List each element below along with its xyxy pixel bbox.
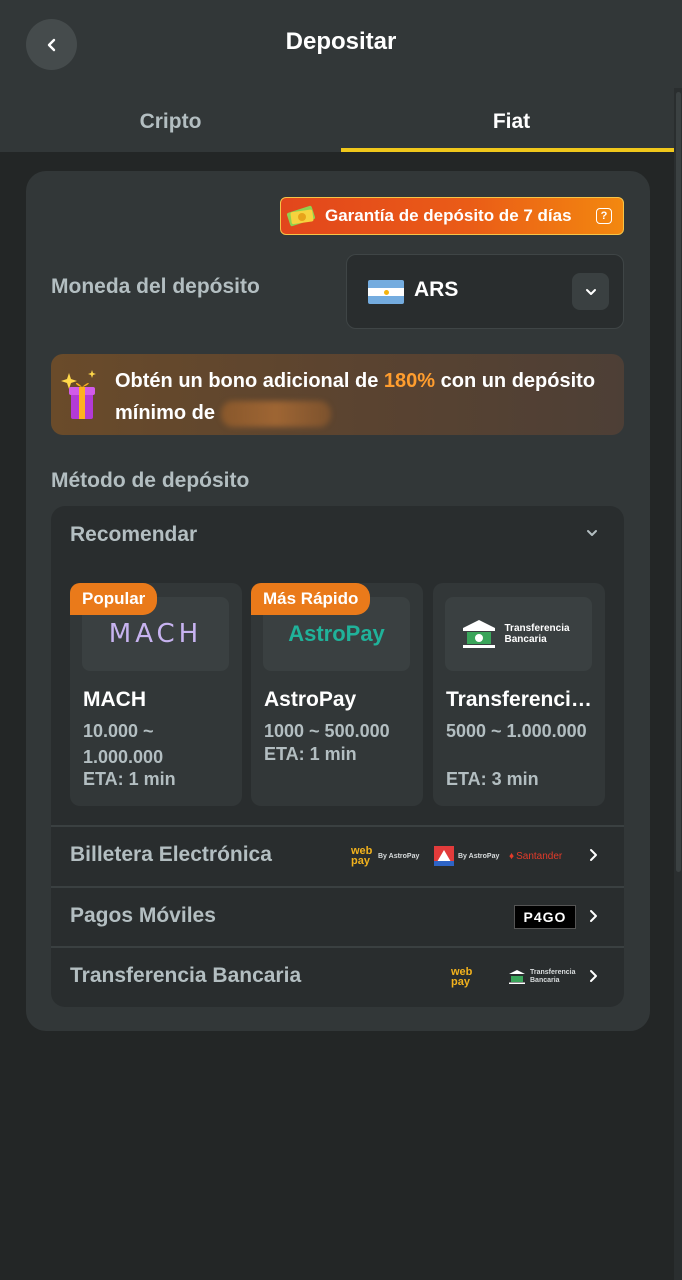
currency-label: Moneda del depósito [51,275,260,298]
method-eta: ETA: 3 min [446,769,539,789]
recommended-title: Recomendar [70,523,198,546]
row-label: Billetera Electrónica [70,843,272,866]
chevron-right-icon [590,849,597,861]
method-card-transferencia[interactable]: Transferencia Bancaria Transferencia Ban… [433,583,605,806]
chevron-down-icon [585,288,596,295]
method-name: MACH [83,688,146,711]
transferencia-mini-logo: Transferencia Bancaria [507,963,576,991]
method-eta: ETA: 1 min [264,744,357,764]
guarantee-banner[interactable]: Garantía de depósito de 7 días ? [280,197,624,235]
page-title: Depositar [285,28,397,55]
tab-bar: Cripto Fiat [0,92,682,152]
method-name: AstroPay [264,688,357,711]
bank-logo-icon [434,846,454,866]
fastest-badge: Más Rápido [251,583,371,615]
chevron-right-icon [590,970,597,982]
money-icon [286,205,316,227]
method-range: 1000 ~ 500.000 [264,721,390,741]
deposit-methods: Recomendar MACH Popular MACH 10.000 ~ 1.… [51,506,624,1007]
currency-select[interactable]: ARS [346,254,624,329]
method-range: 10.000 ~ 1.000.000 [83,721,164,767]
row-billetera-electronica[interactable]: Billetera Electrónica web pay By AstroPa… [51,825,624,885]
hidden-min-amount [220,400,331,427]
chevron-right-icon [590,910,597,922]
chevron-down-icon[interactable] [586,528,598,538]
webpay-astropay-logo: web pay By AstroPay [351,845,420,867]
popular-badge: Popular [70,583,158,615]
row-transferencia-bancaria[interactable]: Transferencia Bancaria web pay Transfere… [51,946,624,1006]
transferencia-logo: Transferencia Bancaria [445,597,592,671]
bonus-banner: Obtén un bono adicional de 180% con un d… [51,354,624,435]
currency-dropdown-button[interactable] [572,273,609,310]
gift-icon [61,370,96,419]
row-pagos-moviles[interactable]: Pagos Móviles P4GO [51,886,624,946]
bonus-text: Obtén un bono adicional de 180% con un d… [115,365,615,429]
bank-icon [509,970,525,984]
deposit-method-label: Método de depósito [51,469,250,492]
scrollbar-thumb[interactable] [676,92,681,872]
santander-logo: ♦ Santander [509,850,563,862]
tab-fiat[interactable]: Fiat [341,92,682,152]
guarantee-text: Garantía de depósito de 7 días [325,206,572,225]
p4go-logo: P4GO [514,905,576,929]
help-icon[interactable]: ? [596,208,612,224]
webpay-logo: web pay [451,966,473,988]
method-card-astropay[interactable]: AstroPay Más Rápido AstroPay 1000 ~ 500.… [251,583,423,806]
method-card-mach[interactable]: MACH Popular MACH 10.000 ~ 1.000.000 ETA… [70,583,242,806]
row-label: Pagos Móviles [70,904,216,927]
header: Depositar Cripto Fiat [0,0,682,152]
bank-icon [462,620,495,648]
tab-cripto[interactable]: Cripto [0,92,341,152]
method-name: Transferencia Bancaria [446,688,596,711]
argentina-flag-icon [368,280,404,304]
row-label: Transferencia Bancaria [70,964,302,987]
method-eta: ETA: 1 min [83,769,176,789]
currency-value: ARS [414,278,459,301]
method-range: 5000 ~ 1.000.000 [446,721,587,741]
bonus-percent: 180% [383,370,436,392]
bank-astropay-logo: By AstroPay [434,842,499,870]
